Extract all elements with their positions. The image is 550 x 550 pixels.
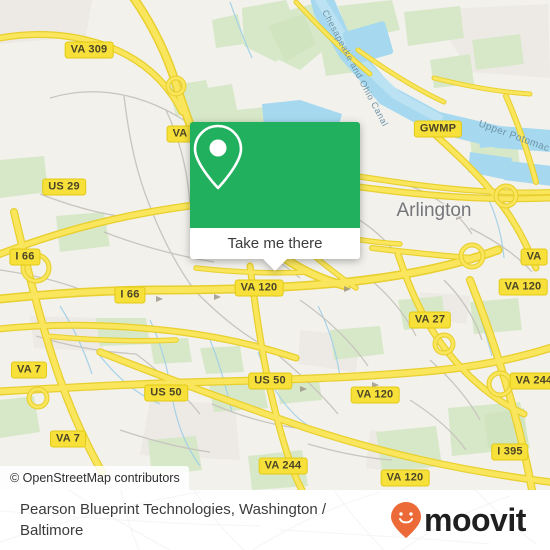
popup-pointer	[263, 259, 287, 271]
map-pin-icon	[193, 124, 243, 190]
road-shield-va-e[interactable]: VA	[520, 248, 548, 266]
road-shield-us-50-w[interactable]: US 50	[144, 384, 188, 402]
road-shield-i-66-w[interactable]: I 66	[9, 248, 41, 266]
road-shield-va-309[interactable]: VA 309	[64, 41, 114, 59]
location-title: Pearson Blueprint Technologies, Washingt…	[20, 501, 327, 539]
road-shield-va-27[interactable]: VA 27	[408, 311, 452, 329]
footer-bar: Pearson Blueprint Technologies, Washingt…	[0, 490, 550, 550]
place-label-arlington: Arlington	[396, 200, 472, 221]
popup-header	[190, 122, 360, 228]
road-shield-i-66[interactable]: I 66	[114, 286, 146, 304]
moovit-pin-icon	[391, 502, 421, 538]
road-shield-va-244[interactable]: VA 244	[258, 457, 308, 475]
moovit-wordmark: moovit	[424, 502, 526, 538]
take-me-there-button[interactable]: Take me there	[190, 228, 360, 259]
road-shield-va-7-n[interactable]: VA 7	[10, 361, 48, 379]
take-me-there-label: Take me there	[227, 235, 323, 252]
road-shield-i-395[interactable]: I 395	[491, 443, 529, 461]
moovit-map-screenshot: Chesapeake and Ohio Canal Upper Potomac …	[0, 0, 550, 550]
road-shield-va-120-s[interactable]: VA 120	[350, 386, 400, 404]
road-shield-gwmp[interactable]: GWMP	[413, 120, 463, 138]
road-shield-va-120-n[interactable]: VA 120	[234, 279, 284, 297]
road-shield-va-120-e[interactable]: VA 120	[498, 278, 548, 296]
road-shield-us-50[interactable]: US 50	[248, 372, 292, 390]
road-shield-va-120-b[interactable]: VA 120	[380, 469, 430, 487]
destination-popup-card[interactable]: Take me there	[190, 122, 360, 271]
road-shield-va-244-e[interactable]: VA 244	[509, 372, 550, 390]
road-shield-us-29[interactable]: US 29	[42, 178, 86, 196]
attribution-text: © OpenStreetMap contributors	[10, 471, 180, 485]
road-shield-va-7-s[interactable]: VA 7	[49, 430, 87, 448]
map-attribution[interactable]: © OpenStreetMap contributors	[0, 466, 189, 490]
moovit-logo[interactable]: moovit	[390, 501, 526, 539]
map-canvas[interactable]: Chesapeake and Ohio Canal Upper Potomac …	[0, 0, 550, 490]
